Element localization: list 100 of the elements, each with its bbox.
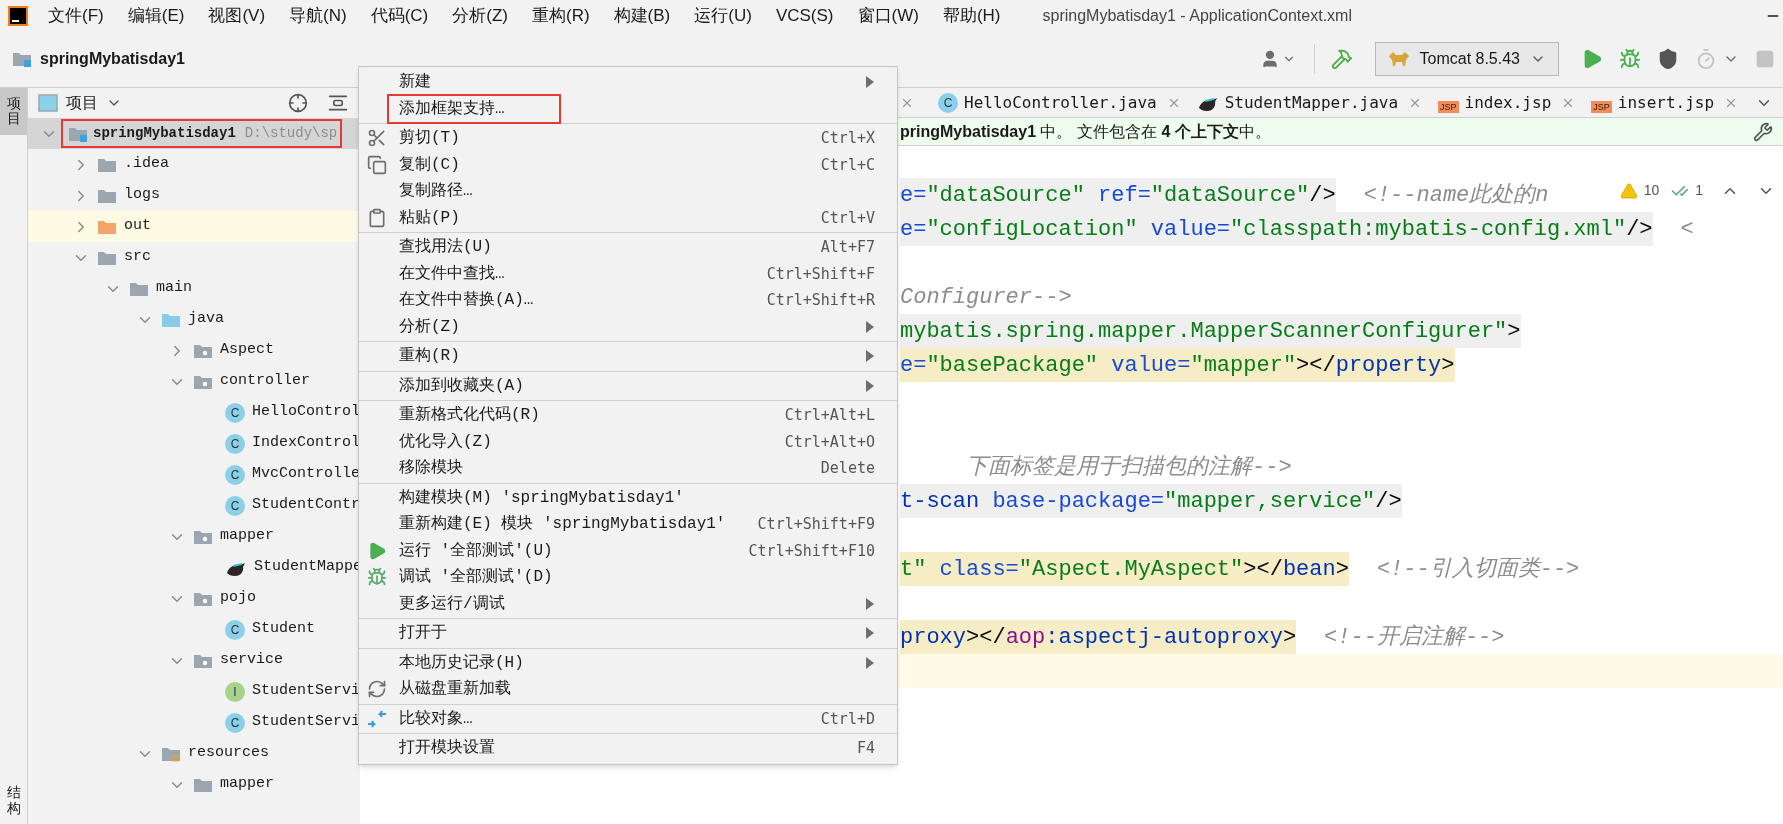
menu-bar-item[interactable]: 窗口(W) — [857, 2, 919, 29]
menu-bar-item[interactable]: 帮助(H) — [942, 2, 1001, 29]
menu-item[interactable]: 重新构建(E) 模块 'springMybatisday1' — [399, 512, 726, 537]
menu-bar-item[interactable]: 运行(U) — [694, 2, 752, 29]
locate-crosshair-icon[interactable] — [288, 93, 308, 113]
menu-item[interactable]: 打开于 — [399, 621, 447, 646]
tree-row[interactable]: resources — [28, 738, 360, 769]
tree-row[interactable]: mapper — [28, 769, 360, 800]
tree-row[interactable]: Aspect — [28, 335, 360, 366]
tree-row[interactable]: java — [28, 304, 360, 335]
menu-item[interactable]: 优化导入(Z) — [399, 429, 492, 454]
menu-item[interactable]: 剪切(T) — [399, 126, 460, 151]
menu-item[interactable]: 本地历史记录(H) — [399, 650, 524, 675]
menu-bar-item[interactable]: 代码(C) — [370, 2, 429, 29]
menu-item[interactable]: 在文件中替换(A)… — [399, 288, 534, 313]
menu-bar-item[interactable]: VCS(S) — [775, 2, 834, 29]
coverage-shield-icon[interactable] — [1657, 48, 1679, 70]
menu-item[interactable]: 粘贴(P) — [399, 205, 460, 230]
profiler-icon[interactable] — [1695, 48, 1717, 70]
menu-item[interactable]: 比较对象… — [399, 706, 473, 731]
menu-item[interactable]: 重新格式化代码(R) — [399, 403, 540, 428]
tree-row[interactable]: C IndexControl — [28, 428, 360, 459]
tree-item-label[interactable]: HelloControl — [252, 401, 360, 424]
panel-title[interactable]: 项目 — [66, 91, 98, 115]
side-tab[interactable]: 结构 — [0, 777, 27, 824]
tree-item-label[interactable]: Student — [252, 618, 315, 641]
menu-item[interactable]: 更多运行/调试 — [399, 591, 505, 616]
tree-row[interactable]: mapper — [28, 521, 360, 552]
tree-row[interactable]: pojo — [28, 583, 360, 614]
tree-item-label[interactable]: java — [188, 308, 224, 331]
tree-item-label[interactable]: StudentContr — [252, 494, 360, 517]
menu-item[interactable]: 构建模块(M) 'springMybatisday1' — [399, 485, 684, 510]
tree-item-label[interactable]: pojo — [220, 587, 256, 610]
tree-row[interactable]: C Student — [28, 614, 360, 645]
tree-row[interactable]: controller — [28, 366, 360, 397]
menu-item[interactable]: 添加到收藏夹(A) — [399, 373, 524, 398]
tree-item-label[interactable]: controller — [220, 370, 310, 393]
menu-item[interactable]: 复制(C) — [399, 152, 460, 177]
tree-row[interactable]: C HelloControl — [28, 397, 360, 428]
tree-item-label[interactable]: IndexControl — [252, 432, 360, 455]
editor-tab[interactable]: insert.jsp — [1617, 90, 1715, 115]
stop-icon[interactable] — [1755, 49, 1775, 69]
run-config-dropdown[interactable]: Tomcat 8.5.43 — [1374, 42, 1559, 76]
tree-row[interactable]: .idea — [28, 149, 360, 180]
menu-item[interactable]: 打开模块设置 — [399, 736, 495, 761]
tree-row[interactable]: springMybatisday1 D:\study\sp — [28, 118, 360, 149]
tree-row[interactable]: src — [28, 242, 360, 273]
menu-item[interactable]: 添加框架支持… — [387, 93, 561, 124]
menu-bar-item[interactable]: 导航(N) — [289, 2, 347, 29]
tree-item-label[interactable]: src — [124, 246, 151, 269]
tree-item-label[interactable]: resources — [188, 742, 269, 765]
menu-item[interactable]: 新建 — [399, 70, 431, 95]
menu-item[interactable]: 查找用法(U) — [399, 235, 492, 260]
menu-item[interactable]: 运行 '全部测试'(U) — [399, 538, 553, 563]
editor-tab[interactable]: HelloController.java — [964, 90, 1157, 115]
shortcut-text: Ctrl+Shift+R — [766, 290, 875, 311]
tree-item-label[interactable]: Aspect — [220, 339, 274, 362]
tree-item-label[interactable]: .idea — [124, 153, 169, 176]
menu-item[interactable]: 复制路径… — [399, 179, 473, 204]
editor-tab[interactable]: index.jsp — [1464, 90, 1552, 115]
tree-item-label[interactable]: springMybatisday1 — [93, 123, 236, 144]
tree-row[interactable]: C StudentServi — [28, 707, 360, 738]
menu-bar-item[interactable]: 编辑(E) — [127, 2, 185, 29]
menu-bar-item[interactable]: 构建(B) — [613, 2, 671, 29]
wrench-icon[interactable] — [1753, 121, 1773, 142]
tree-row[interactable]: service — [28, 645, 360, 676]
tree-row[interactable]: out — [28, 211, 360, 242]
menu-bar-item[interactable]: 视图(V) — [208, 2, 266, 29]
tree-row[interactable]: logs — [28, 180, 360, 211]
tree-item-label[interactable]: mapper — [220, 773, 274, 796]
tree-item-label[interactable]: logs — [124, 184, 160, 207]
menu-bar-item[interactable]: 重构(R) — [532, 2, 590, 29]
tree-item-label[interactable]: main — [156, 277, 192, 300]
shortcut-text: Ctrl+Shift+F10 — [748, 540, 875, 562]
tree-row[interactable]: main — [28, 273, 360, 304]
warning-icon[interactable] — [1619, 181, 1638, 200]
menu-item[interactable]: 调试 '全部测试'(D) — [399, 565, 553, 590]
tree-item-label[interactable]: mapper — [220, 525, 274, 548]
debug-icon[interactable] — [1619, 48, 1641, 70]
tree-item-label[interactable]: service — [220, 649, 283, 672]
module-path: D:\study\sp — [244, 124, 338, 143]
tree-item-label[interactable]: MvcControlle — [252, 463, 360, 486]
menu-item[interactable]: 在文件中查找… — [399, 261, 505, 286]
menu-item[interactable]: 移除模块 — [399, 456, 463, 481]
tree-item-label[interactable]: StudentServi — [252, 680, 360, 703]
project-name[interactable]: springMybatisday1 — [40, 47, 185, 71]
collapse-all-icon[interactable] — [328, 93, 348, 113]
menu-bar-item[interactable]: 文件(F) — [48, 2, 104, 29]
menu-item[interactable]: 从磁盘重新加载 — [399, 677, 511, 702]
menu-item[interactable]: 重构(R) — [399, 344, 460, 369]
build-hammer-icon[interactable] — [1330, 48, 1353, 70]
tree-item-label[interactable]: StudentServi — [252, 711, 360, 734]
menu-item[interactable]: 分析(Z) — [399, 314, 460, 339]
side-tab[interactable]: 项目 — [0, 88, 27, 135]
menu-bar-item[interactable]: 分析(Z) — [452, 2, 508, 29]
editor-tab[interactable]: StudentMapper.java — [1224, 90, 1399, 115]
tree-row[interactable]: C StudentContr — [28, 490, 360, 521]
tree-item-label[interactable]: out — [124, 215, 151, 238]
tree-row[interactable]: I StudentServi — [28, 676, 360, 707]
tree-row[interactable]: C MvcControlle — [28, 459, 360, 490]
